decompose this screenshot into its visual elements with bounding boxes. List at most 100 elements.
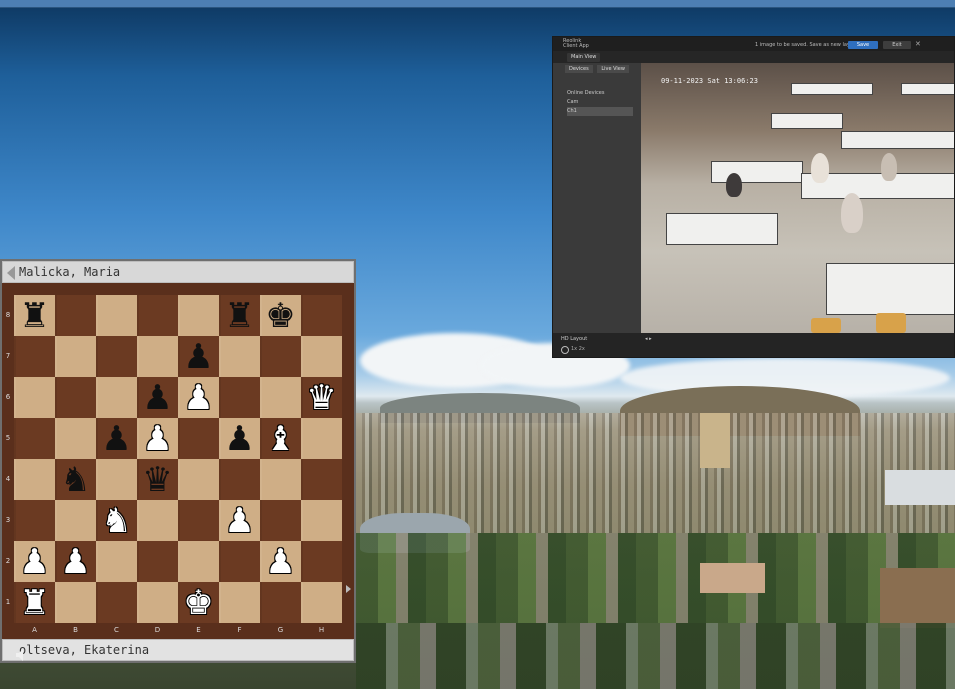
square-b8[interactable]	[55, 295, 96, 336]
square-d2[interactable]	[137, 541, 178, 582]
play-icon[interactable]	[561, 346, 569, 354]
square-b2[interactable]: ♟	[55, 541, 96, 582]
subtab-devices[interactable]: Devices	[565, 65, 593, 73]
square-e6[interactable]: ♟	[178, 377, 219, 418]
square-g2[interactable]: ♟	[260, 541, 301, 582]
square-g3[interactable]	[260, 500, 301, 541]
square-d1[interactable]	[137, 582, 178, 623]
square-d7[interactable]	[137, 336, 178, 377]
square-d8[interactable]	[137, 295, 178, 336]
square-c1[interactable]	[96, 582, 137, 623]
square-g6[interactable]	[260, 377, 301, 418]
square-a5[interactable]	[14, 418, 55, 459]
square-g1[interactable]	[260, 582, 301, 623]
square-c2[interactable]	[96, 541, 137, 582]
white-pawn-icon[interactable]: ♟	[60, 545, 90, 579]
zoom-label[interactable]: 1x 2x	[571, 346, 585, 352]
black-knight-icon[interactable]: ♞	[60, 463, 90, 497]
white-king-icon[interactable]: ♚	[183, 586, 213, 620]
square-a3[interactable]	[14, 500, 55, 541]
white-knight-icon[interactable]: ♞	[101, 504, 131, 538]
square-g4[interactable]	[260, 459, 301, 500]
black-pawn-icon[interactable]: ♟	[224, 422, 254, 456]
chevron-right-icon[interactable]	[346, 585, 351, 593]
square-a8[interactable]: ♜	[14, 295, 55, 336]
square-f6[interactable]	[219, 377, 260, 418]
white-pawn-icon[interactable]: ♟	[183, 381, 213, 415]
white-pawn-icon[interactable]: ♟	[142, 422, 172, 456]
square-a1[interactable]: ♜	[14, 582, 55, 623]
close-icon[interactable]: ✕	[915, 40, 921, 48]
black-rook-icon[interactable]: ♜	[19, 299, 49, 333]
square-a2[interactable]: ♟	[14, 541, 55, 582]
square-d4[interactable]: ♛	[137, 459, 178, 500]
camera-live-feed[interactable]: 09-11-2023 Sat 13:06:23	[641, 63, 954, 333]
square-d6[interactable]: ♟	[137, 377, 178, 418]
square-h1[interactable]	[301, 582, 342, 623]
square-g7[interactable]	[260, 336, 301, 377]
white-pawn-icon[interactable]: ♟	[224, 504, 254, 538]
square-a7[interactable]	[14, 336, 55, 377]
square-e1[interactable]: ♚	[178, 582, 219, 623]
square-d5[interactable]: ♟	[137, 418, 178, 459]
white-bishop-icon[interactable]: ♝	[265, 422, 295, 456]
square-c7[interactable]	[96, 336, 137, 377]
square-b4[interactable]: ♞	[55, 459, 96, 500]
black-rook-icon[interactable]: ♜	[224, 299, 254, 333]
square-a6[interactable]	[14, 377, 55, 418]
tab-main-view[interactable]: Main View	[567, 53, 601, 62]
square-h2[interactable]	[301, 541, 342, 582]
square-a4[interactable]	[14, 459, 55, 500]
square-h6[interactable]: ♛	[301, 377, 342, 418]
speaker-icon[interactable]	[14, 647, 30, 663]
square-f5[interactable]: ♟	[219, 418, 260, 459]
square-f1[interactable]	[219, 582, 260, 623]
square-h5[interactable]	[301, 418, 342, 459]
chess-board[interactable]: ♜ ♜ ♚ ♟ ♟ ♟ ♛ ♟ ♟ ♟ ♝ ♞ ♛ ♞ ♟ ♟ ♟ ♟ ♜ ♚	[14, 295, 342, 623]
save-layout-button[interactable]: Save	[848, 41, 878, 49]
black-queen-icon[interactable]: ♛	[142, 463, 172, 497]
subtab-live-view[interactable]: Live View	[597, 65, 629, 73]
square-e7[interactable]: ♟	[178, 336, 219, 377]
square-b6[interactable]	[55, 377, 96, 418]
square-f7[interactable]	[219, 336, 260, 377]
square-b7[interactable]	[55, 336, 96, 377]
square-g5[interactable]: ♝	[260, 418, 301, 459]
square-f2[interactable]	[219, 541, 260, 582]
square-c8[interactable]	[96, 295, 137, 336]
square-g8[interactable]: ♚	[260, 295, 301, 336]
square-h7[interactable]	[301, 336, 342, 377]
square-e3[interactable]	[178, 500, 219, 541]
square-d3[interactable]	[137, 500, 178, 541]
square-e8[interactable]	[178, 295, 219, 336]
square-b5[interactable]	[55, 418, 96, 459]
exit-button[interactable]: Exit	[883, 41, 911, 49]
tree-item-online[interactable]: Online Devices	[567, 89, 633, 98]
square-h4[interactable]	[301, 459, 342, 500]
white-pawn-icon[interactable]: ♟	[265, 545, 295, 579]
square-e5[interactable]	[178, 418, 219, 459]
square-b3[interactable]	[55, 500, 96, 541]
square-f4[interactable]	[219, 459, 260, 500]
square-c4[interactable]	[96, 459, 137, 500]
square-f8[interactable]: ♜	[219, 295, 260, 336]
square-e4[interactable]	[178, 459, 219, 500]
white-rook-icon[interactable]: ♜	[19, 586, 49, 620]
square-f3[interactable]: ♟	[219, 500, 260, 541]
white-queen-icon[interactable]: ♛	[306, 381, 336, 415]
layout-controls[interactable]: ◂ ▸	[645, 336, 652, 342]
black-pawn-icon[interactable]: ♟	[101, 422, 131, 456]
black-pawn-icon[interactable]: ♟	[142, 381, 172, 415]
square-h3[interactable]	[301, 500, 342, 541]
square-c3[interactable]: ♞	[96, 500, 137, 541]
square-e2[interactable]	[178, 541, 219, 582]
white-pawn-icon[interactable]: ♟	[19, 545, 49, 579]
square-c5[interactable]: ♟	[96, 418, 137, 459]
tree-item-cam[interactable]: Cam	[567, 98, 633, 107]
square-b1[interactable]	[55, 582, 96, 623]
square-c6[interactable]	[96, 377, 137, 418]
black-king-icon[interactable]: ♚	[265, 299, 295, 333]
black-pawn-icon[interactable]: ♟	[183, 340, 213, 374]
tree-item-channel[interactable]: Ch1	[567, 107, 633, 116]
square-h8[interactable]	[301, 295, 342, 336]
